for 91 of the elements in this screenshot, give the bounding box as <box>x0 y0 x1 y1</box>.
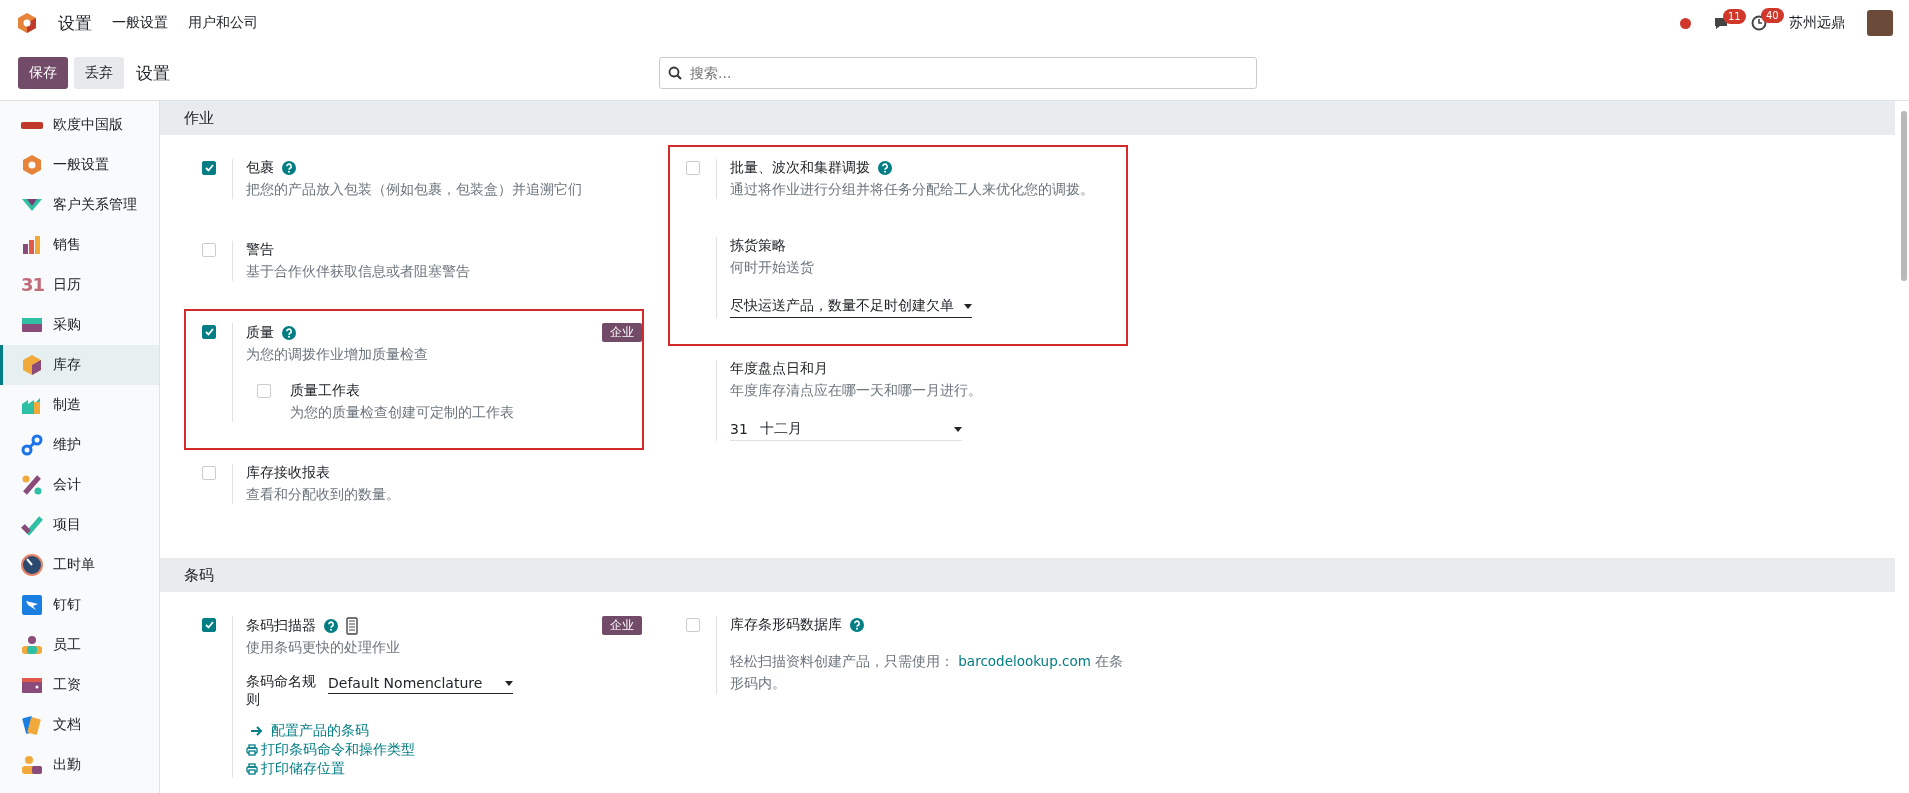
status-dot <box>1680 17 1691 29</box>
sidebar-item[interactable]: 销售 <box>0 225 159 265</box>
search-field[interactable]: 搜索... <box>659 57 1257 89</box>
box-icon <box>21 354 43 376</box>
link[interactable]: 打印储存位置 <box>246 759 345 778</box>
setting-description: 为您的质量检查创建可定制的工作表 <box>290 404 515 422</box>
link[interactable]: 打印条码命令和操作类型 <box>246 740 415 759</box>
printer-icon <box>246 743 258 756</box>
link[interactable]: 配置产品的条码 <box>246 721 369 740</box>
printer-icon <box>246 762 258 775</box>
setting-title: 条码扫描器 <box>246 616 316 635</box>
checkbox[interactable] <box>202 161 216 175</box>
help-icon[interactable] <box>282 325 296 340</box>
menu-item[interactable]: 一般设置 <box>112 14 168 32</box>
month-select[interactable]: 十二月 <box>760 420 962 438</box>
people-icon <box>21 634 43 656</box>
sidebar-item[interactable]: 项目 <box>0 505 159 545</box>
hexagon-logo-icon[interactable] <box>16 12 38 34</box>
setting-title: 包裹 <box>246 159 274 177</box>
help-icon[interactable] <box>878 161 892 175</box>
select-field[interactable]: Default Nomenclature <box>328 673 513 694</box>
setting-description: 查看和分配收到的数量。 <box>246 486 401 504</box>
link-icon <box>21 434 43 456</box>
setting-description: 年度库存清点应在哪一天和哪一月进行。 <box>730 382 983 400</box>
sidebar-item[interactable]: 维护 <box>0 425 159 465</box>
caret-icon <box>954 426 962 432</box>
enterprise-badge: 企业 <box>602 323 642 342</box>
setting-description: 通过将作业进行分组并将任务分配给工人来优化您的调拨。 <box>730 181 1095 199</box>
section-header: 条码 <box>160 558 1895 592</box>
calendar-number: 31 <box>21 274 43 296</box>
setting-title: 拣货策略 <box>730 237 786 255</box>
help-icon[interactable] <box>282 161 296 175</box>
link[interactable]: barcodelookup.com <box>958 653 1091 669</box>
sidebar-item[interactable]: 会计 <box>0 465 159 505</box>
clock-icon[interactable] <box>1751 15 1767 31</box>
menu-item[interactable]: 用户和公司 <box>188 14 258 32</box>
documents-icon <box>21 714 43 736</box>
sidebar-item[interactable]: 工资 <box>0 665 159 705</box>
setting-title: 库存接收报表 <box>246 464 330 482</box>
setting-title: 批量、波次和集群调拨 <box>730 159 870 177</box>
sidebar-item[interactable]: 文档 <box>0 705 159 745</box>
setting-title: 库存条形码数据库 <box>730 616 842 634</box>
search-icon <box>668 66 682 80</box>
setting-title: 质量工作表 <box>290 382 361 400</box>
select-field[interactable]: 尽快运送产品，数量不足时创建欠单 <box>730 295 972 318</box>
checkbox[interactable] <box>202 618 216 632</box>
user-name[interactable]: 苏州远鼎 <box>1789 14 1845 32</box>
sidebar-item[interactable]: 制造 <box>0 385 159 425</box>
sidebar-item[interactable]: 出勤 <box>0 745 159 785</box>
setting-description: 轻松扫描资料创建产品，只需使用： barcodelookup.com 在条形码内。 <box>730 652 1125 693</box>
sidebar-item[interactable]: 钉钉 <box>0 585 159 625</box>
sidebar-item[interactable]: 员工 <box>0 625 159 665</box>
setting-title: 年度盘点日和月 <box>730 360 828 378</box>
sidebar-item[interactable]: 工时单 <box>0 545 159 585</box>
sidebar-item[interactable]: 欧度中国版 <box>0 105 159 145</box>
help-icon[interactable] <box>850 618 864 632</box>
sidebar-item[interactable]: 客户关系管理 <box>0 185 159 225</box>
section-header: 作业 <box>160 101 1895 135</box>
setting-description: 把您的产品放入包装（例如包裹，包装盒）并追溯它们 <box>246 181 583 199</box>
setting-description: 基于合作伙伴获取信息或者阻塞警告 <box>246 263 471 281</box>
count-badge: 40 <box>1761 8 1784 23</box>
setting-description: 使用条码更快的处理作业 <box>246 639 401 657</box>
setting-description: 何时开始送货 <box>730 259 815 277</box>
arrow-icon <box>250 725 264 736</box>
setting-title: 质量 <box>246 323 274 342</box>
sidebar-item[interactable]: 31 日历 <box>0 265 159 305</box>
setting-title: 警告 <box>246 241 274 259</box>
gauge-icon <box>21 554 43 576</box>
person-icon <box>21 754 43 776</box>
hexagon-icon <box>21 154 43 176</box>
setting-description: 为您的调拨作业增加质量检查 <box>246 346 429 364</box>
day-field[interactable]: 31 <box>730 421 760 437</box>
help-icon[interactable] <box>324 618 338 633</box>
checkbox[interactable] <box>202 325 216 339</box>
enterprise-badge: 企业 <box>602 616 642 635</box>
sidebar-item[interactable]: 一般设置 <box>0 145 159 185</box>
save-button[interactable]: 保存 <box>18 57 68 89</box>
wing-icon <box>21 594 43 616</box>
discard-button[interactable]: 丢弃 <box>74 57 124 89</box>
count-badge: 11 <box>1723 8 1746 24</box>
app-title[interactable]: 设置 <box>58 11 92 35</box>
percent-icon <box>21 474 43 496</box>
breadcrumb: 设置 <box>136 61 170 85</box>
caret-icon <box>505 680 513 686</box>
sidebar-item[interactable]: 采购 <box>0 305 159 345</box>
bar-chart-icon <box>21 234 43 256</box>
sidebar-item[interactable]: 库存 <box>0 345 159 385</box>
scrollbar-thumb[interactable] <box>1901 111 1907 281</box>
checkmark-icon <box>21 514 43 536</box>
field-label: 条码命名规则 <box>246 673 317 709</box>
caret-icon <box>964 303 972 309</box>
